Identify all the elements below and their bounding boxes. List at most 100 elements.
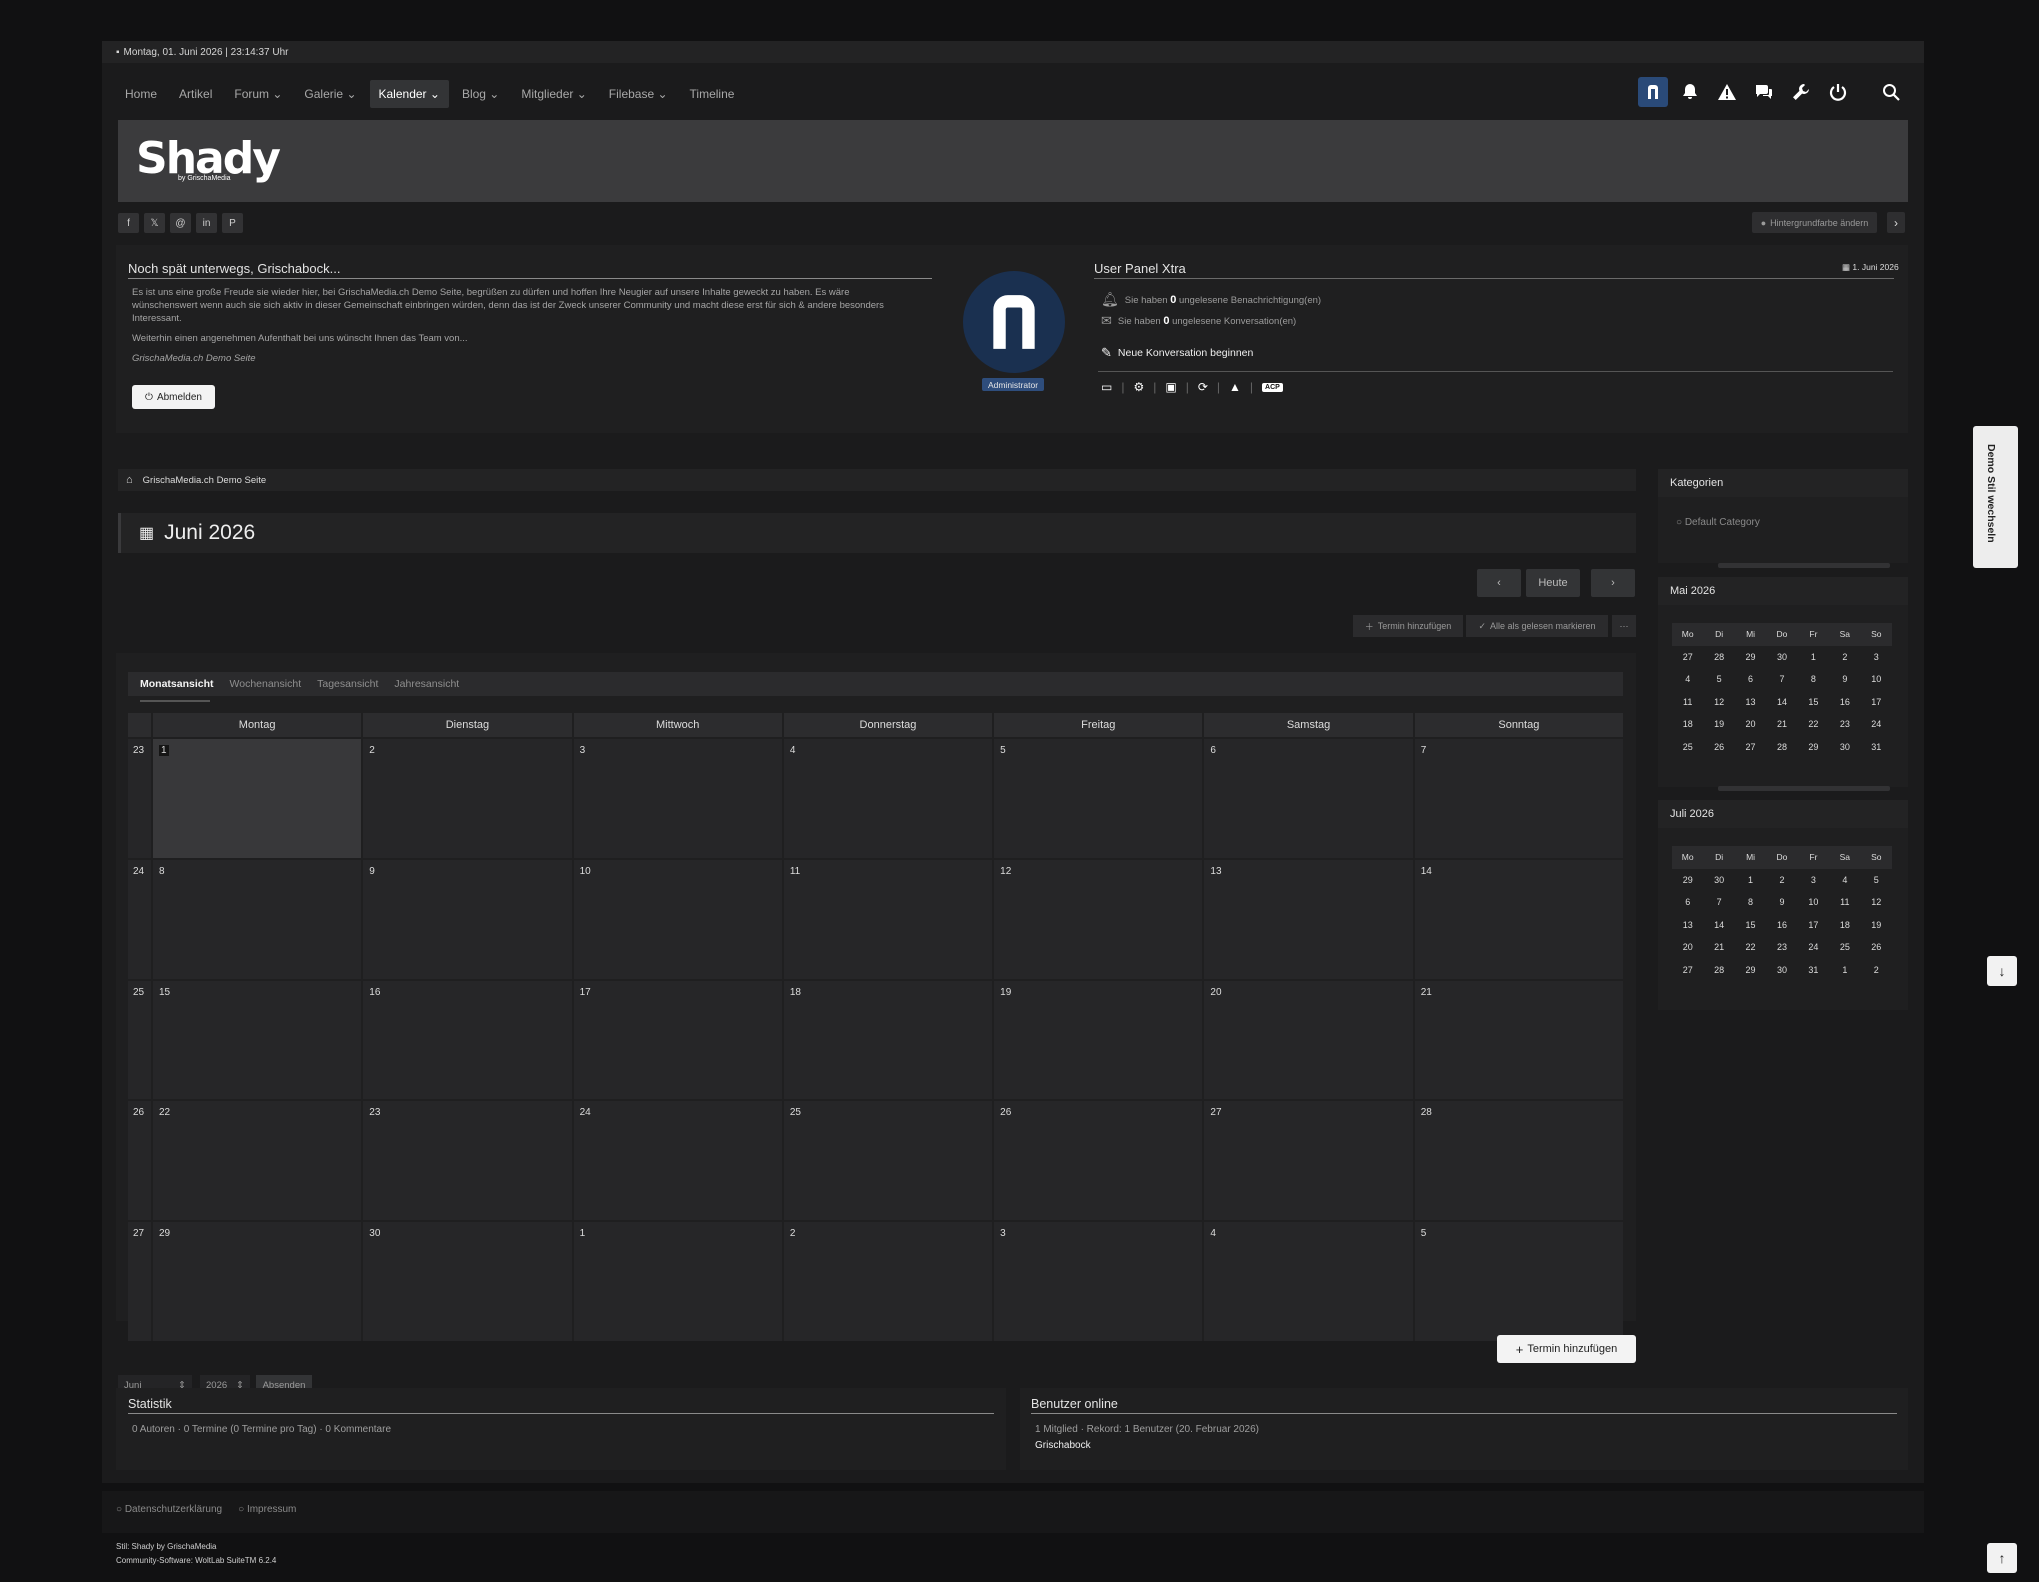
nav-item-forum[interactable]: Forum ⌄ xyxy=(225,80,291,108)
chevron-right-icon[interactable]: › xyxy=(1887,212,1905,233)
mini-calendar-day[interactable]: 1 xyxy=(1829,959,1860,982)
mini-calendar-day[interactable]: 18 xyxy=(1829,914,1860,937)
mini-calendar-day[interactable]: 12 xyxy=(1703,691,1734,714)
mini-calendar-day[interactable]: 28 xyxy=(1703,646,1734,669)
nav-item-kalender[interactable]: Kalender ⌄ xyxy=(369,80,449,108)
calendar-day[interactable]: 5 xyxy=(994,739,1203,858)
background-color-button[interactable]: ● Hintergrundfarbe ändern xyxy=(1752,212,1877,233)
chat-icon[interactable] xyxy=(1749,77,1779,107)
mini-calendar-day[interactable]: 27 xyxy=(1672,959,1703,982)
search-icon[interactable] xyxy=(1876,77,1906,107)
calendar-day[interactable]: 17 xyxy=(573,980,782,1100)
mini-calendar-day[interactable]: 20 xyxy=(1735,713,1766,736)
bell-icon[interactable] xyxy=(1675,77,1705,107)
nav-item-filebase[interactable]: Filebase ⌄ xyxy=(600,80,677,108)
mini-calendar-day[interactable]: 25 xyxy=(1829,936,1860,959)
nav-item-home[interactable]: Home xyxy=(116,80,166,108)
calendar-day[interactable]: 4 xyxy=(783,739,993,858)
mini-calendar-day[interactable]: 30 xyxy=(1703,869,1734,892)
wrench-icon[interactable] xyxy=(1786,77,1816,107)
mini-calendar-day[interactable]: 31 xyxy=(1798,959,1829,982)
style-switch-tab[interactable]: Demo Stil wechseln xyxy=(1973,426,2018,568)
mini-calendar-day[interactable]: 8 xyxy=(1798,668,1829,691)
calendar-day[interactable]: 10 xyxy=(573,859,782,979)
user-avatar-icon[interactable] xyxy=(1638,77,1668,107)
calendar-day[interactable]: 19 xyxy=(994,980,1203,1100)
mini-calendar-day[interactable]: 9 xyxy=(1829,668,1860,691)
home-icon[interactable]: ⌂ xyxy=(126,474,133,486)
add-event-bottom-button[interactable]: + Termin hinzufügen xyxy=(1497,1335,1636,1363)
mini-calendar-day[interactable]: 14 xyxy=(1703,914,1734,937)
mini-calendar-day[interactable]: 17 xyxy=(1861,691,1892,714)
previous-month-button[interactable]: ‹ xyxy=(1477,569,1521,597)
tab-month[interactable]: Monatsansicht xyxy=(140,678,214,690)
mini-calendar-day[interactable]: 28 xyxy=(1766,736,1797,759)
mini-calendar-day[interactable]: 1 xyxy=(1798,646,1829,669)
mini-calendar-day[interactable]: 26 xyxy=(1703,736,1734,759)
calendar-day[interactable]: 7 xyxy=(1414,739,1623,858)
mini-calendar-day[interactable]: 2 xyxy=(1861,959,1892,982)
mini-calendar-day[interactable]: 4 xyxy=(1829,869,1860,892)
mini-calendar-day[interactable]: 23 xyxy=(1829,713,1860,736)
mini-calendar-day[interactable]: 9 xyxy=(1766,891,1797,914)
facebook-icon[interactable]: f xyxy=(118,213,139,233)
mini-calendar-day[interactable]: 19 xyxy=(1703,713,1734,736)
tab-year[interactable]: Jahresansicht xyxy=(394,678,459,690)
calendar-day[interactable]: 23 xyxy=(363,1101,572,1221)
mini-calendar-day[interactable]: 22 xyxy=(1735,936,1766,959)
mini-calendar-day[interactable]: 29 xyxy=(1735,959,1766,982)
conversation-status[interactable]: ✉ Sie haben 0 ungelesene Konversation(en… xyxy=(1101,313,1296,329)
calendar-day[interactable]: 3 xyxy=(994,1222,1203,1341)
mini-calendar-day[interactable]: 15 xyxy=(1735,914,1766,937)
today-button[interactable]: Heute xyxy=(1526,569,1580,597)
mini-calendar-day[interactable]: 21 xyxy=(1703,936,1734,959)
x-icon[interactable]: 𝕏 xyxy=(144,213,165,233)
mini-calendar-day[interactable]: 23 xyxy=(1766,936,1797,959)
calendar-day[interactable]: 30 xyxy=(363,1222,572,1341)
calendar-day[interactable]: 14 xyxy=(1414,859,1623,979)
mini-calendar-day[interactable]: 16 xyxy=(1766,914,1797,937)
mini-calendar-day[interactable]: 27 xyxy=(1672,646,1703,669)
mini-calendar-day[interactable]: 27 xyxy=(1735,736,1766,759)
threads-icon[interactable]: @ xyxy=(170,213,191,233)
image-icon[interactable]: ▣ xyxy=(1165,380,1176,394)
mini-calendar-day[interactable]: 25 xyxy=(1672,736,1703,759)
mini-calendar-day[interactable]: 5 xyxy=(1861,869,1892,892)
scroll-top-button[interactable]: ↑ xyxy=(1987,1543,2017,1573)
refresh-icon[interactable]: ⟳ xyxy=(1198,380,1208,394)
calendar-day-today[interactable]: 1 xyxy=(153,739,362,858)
nav-item-galerie[interactable]: Galerie ⌄ xyxy=(295,80,365,108)
mini-calendar-day[interactable]: 4 xyxy=(1672,668,1703,691)
next-month-button[interactable]: › xyxy=(1591,569,1635,597)
calendar-day[interactable]: 26 xyxy=(994,1101,1203,1221)
user-settings-icon[interactable]: ⚙ xyxy=(1133,380,1144,394)
mini-calendar-day[interactable]: 5 xyxy=(1703,668,1734,691)
calendar-day[interactable]: 24 xyxy=(573,1101,782,1221)
calendar-day[interactable]: 25 xyxy=(783,1101,993,1221)
calendar-day[interactable]: 20 xyxy=(1204,980,1413,1100)
mini-calendar-day[interactable]: 7 xyxy=(1703,891,1734,914)
mini-calendar-day[interactable]: 14 xyxy=(1766,691,1797,714)
mini-calendar-day[interactable]: 29 xyxy=(1798,736,1829,759)
calendar-day[interactable]: 2 xyxy=(363,739,572,858)
mark-all-read-button[interactable]: ✓ Alle als gelesen markieren xyxy=(1466,615,1608,637)
mini-calendar-day[interactable]: 20 xyxy=(1672,936,1703,959)
mini-calendar-day[interactable]: 2 xyxy=(1766,869,1797,892)
add-event-button[interactable]: ＋ Termin hinzufügen xyxy=(1353,615,1463,637)
calendar-day[interactable]: 18 xyxy=(783,980,993,1100)
footer-link-imprint[interactable]: ○ Impressum xyxy=(238,1504,296,1515)
mini-calendar-day[interactable]: 19 xyxy=(1861,914,1892,937)
mini-calendar-day[interactable]: 24 xyxy=(1798,936,1829,959)
new-conversation-link[interactable]: ✎ Neue Konversation beginnen xyxy=(1101,345,1253,361)
mini-calendar-day[interactable]: 6 xyxy=(1672,891,1703,914)
logout-button[interactable]: ⏻ Abmelden xyxy=(132,385,215,409)
pinterest-icon[interactable]: P xyxy=(222,213,243,233)
notification-status[interactable]: 🔔︎ Sie haben 0 ungelesene Benachrichtigu… xyxy=(1101,291,1321,308)
calendar-day[interactable]: 13 xyxy=(1204,859,1413,979)
mini-calendar-day[interactable]: 12 xyxy=(1861,891,1892,914)
mini-calendar-day[interactable]: 29 xyxy=(1735,646,1766,669)
calendar-day[interactable]: 27 xyxy=(1204,1101,1413,1221)
calendar-day[interactable]: 3 xyxy=(573,739,782,858)
mini-calendar-day[interactable]: 13 xyxy=(1672,914,1703,937)
footer-link-privacy[interactable]: ○ Datenschutzerklärung xyxy=(116,1504,222,1515)
